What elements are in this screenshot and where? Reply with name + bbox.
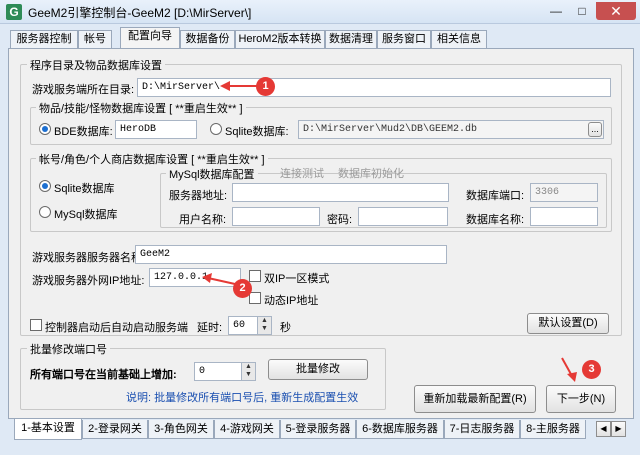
tab-scroll-left-button[interactable]: ◀ bbox=[596, 421, 611, 437]
btab-log-server[interactable]: 7-日志服务器 bbox=[444, 420, 520, 439]
btab-basic-settings[interactable]: 1-基本设置 bbox=[14, 419, 82, 440]
arrow-2-head bbox=[202, 273, 212, 283]
arrow-1-head bbox=[220, 81, 230, 91]
btab-db-server[interactable]: 6-数据库服务器 bbox=[356, 420, 444, 439]
arrow-3-head bbox=[567, 372, 577, 382]
annotation-badge-3: 3 bbox=[582, 360, 601, 379]
btab-login-server[interactable]: 5-登录服务器 bbox=[280, 420, 356, 439]
arrow-3 bbox=[561, 357, 573, 377]
tab-scroll-right-button[interactable]: ▶ bbox=[611, 421, 626, 437]
btab-login-gateway[interactable]: 2-登录网关 bbox=[82, 420, 148, 439]
btab-game-gateway[interactable]: 4-游戏网关 bbox=[214, 420, 280, 439]
arrow-2 bbox=[207, 277, 236, 285]
annotation-badge-2: 2 bbox=[233, 279, 252, 298]
annotation-arrows bbox=[202, 81, 577, 382]
btab-main-server[interactable]: 8-主服务器 bbox=[520, 420, 586, 439]
btab-role-gateway[interactable]: 3-角色网关 bbox=[148, 420, 214, 439]
annotation-badge-1: 1 bbox=[256, 77, 275, 96]
